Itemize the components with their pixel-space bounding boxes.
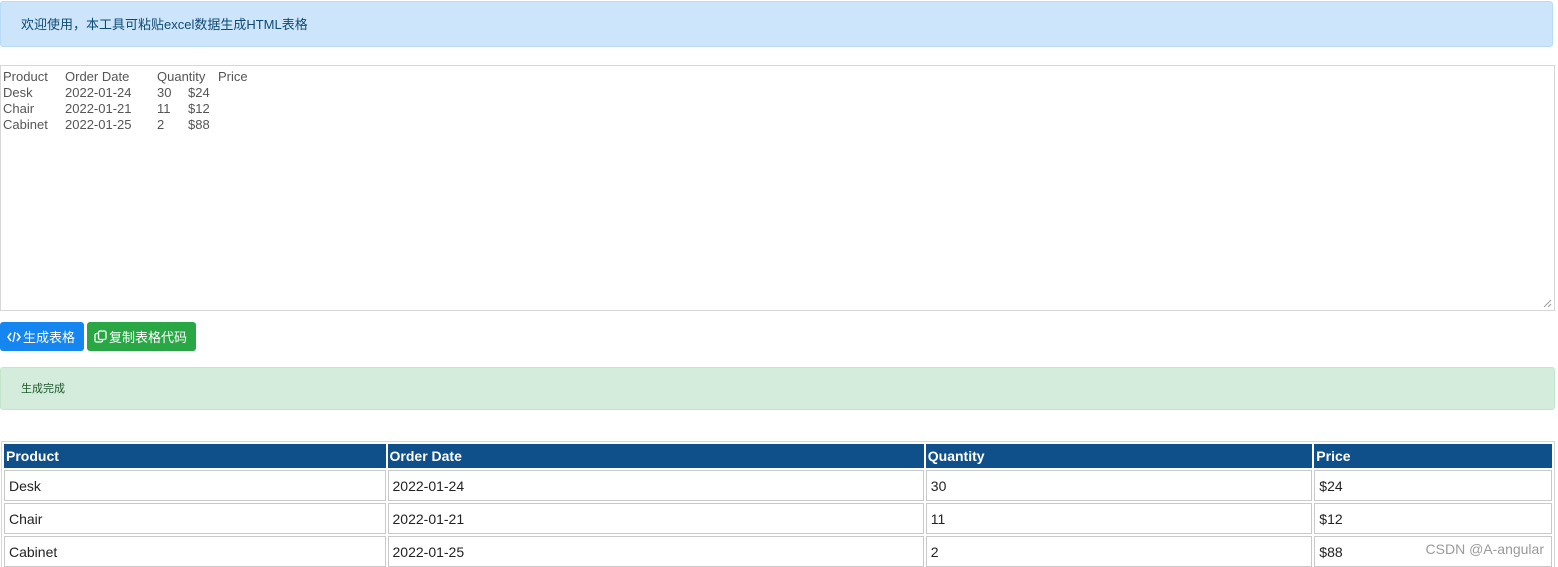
textarea-cell: $24	[188, 85, 210, 100]
toolbar: 生成表格 复制表格代码	[0, 322, 196, 351]
excel-data-textarea[interactable]: Product Order Date Quantity Price Desk 2…	[0, 65, 1555, 311]
resize-grip-icon[interactable]	[1543, 299, 1552, 308]
textarea-cell: $88	[188, 117, 210, 132]
textarea-cell: Chair	[3, 101, 35, 116]
textarea-cell: Cabinet	[3, 117, 48, 132]
table-cell: 2022-01-25	[387, 536, 924, 567]
textarea-cell: Product	[3, 69, 48, 84]
watermark: CSDN @A-angular	[1425, 541, 1544, 557]
textarea-cell: 2022-01-25	[65, 117, 132, 132]
generate-table-button[interactable]: 生成表格	[0, 322, 84, 351]
status-message: 生成完成	[21, 383, 65, 395]
table-cell: 2022-01-21	[387, 503, 924, 534]
code-icon	[7, 331, 21, 343]
textarea-cell: Order Date	[65, 69, 130, 84]
textarea-cell: Price	[218, 69, 248, 84]
column-header-order-date: Order Date	[387, 444, 924, 468]
table-cell: $12	[1314, 503, 1552, 534]
table-row: Chair 2022-01-21 11 $12	[4, 503, 1552, 534]
textarea-cell: 2022-01-21	[65, 101, 132, 116]
column-header-price: Price	[1314, 444, 1552, 468]
table-cell: Chair	[4, 503, 386, 534]
page: 欢迎使用，本工具可粘贴excel数据生成HTML表格 Product Order…	[0, 0, 1558, 567]
table-cell: 2022-01-24	[387, 470, 924, 501]
table-cell: $24	[1314, 470, 1552, 501]
textarea-line: Chair 2022-01-21 11 $12	[3, 101, 1552, 117]
table-cell: Cabinet	[4, 536, 386, 567]
copy-table-code-button[interactable]: 复制表格代码	[87, 322, 196, 351]
textarea-cell: 11	[157, 101, 171, 116]
copy-table-code-label: 复制表格代码	[109, 330, 188, 345]
column-header-product: Product	[4, 444, 386, 468]
textarea-cell: 30	[157, 85, 172, 100]
status-alert: 生成完成	[0, 367, 1555, 410]
result-table: Product Order Date Quantity Price Desk 2…	[1, 441, 1555, 567]
column-header-quantity: Quantity	[925, 444, 1313, 468]
textarea-cell: Quantity	[157, 69, 206, 84]
textarea-line: Desk 2022-01-24 30 $24	[3, 85, 1552, 101]
welcome-text: 欢迎使用，本工具可粘贴excel数据生成HTML表格	[21, 17, 308, 32]
table-cell: 11	[925, 503, 1313, 534]
table-cell: 30	[925, 470, 1313, 501]
textarea-cell: Desk	[3, 85, 33, 100]
textarea-line: Cabinet 2022-01-25 2 $88	[3, 117, 1552, 133]
copy-icon	[94, 330, 107, 343]
textarea-cell: 2022-01-24	[65, 85, 132, 100]
table-header-row: Product Order Date Quantity Price	[4, 444, 1552, 468]
table-row: Cabinet 2022-01-25 2 $88	[4, 536, 1552, 567]
textarea-cell: 2	[157, 117, 165, 132]
table-row: Desk 2022-01-24 30 $24	[4, 470, 1552, 501]
welcome-alert: 欢迎使用，本工具可粘贴excel数据生成HTML表格	[0, 1, 1553, 47]
table-cell: 2	[925, 536, 1313, 567]
table-cell: Desk	[4, 470, 386, 501]
generate-table-label: 生成表格	[23, 330, 76, 345]
textarea-cell: $12	[188, 101, 210, 116]
textarea-line: Product Order Date Quantity Price	[3, 69, 1552, 85]
